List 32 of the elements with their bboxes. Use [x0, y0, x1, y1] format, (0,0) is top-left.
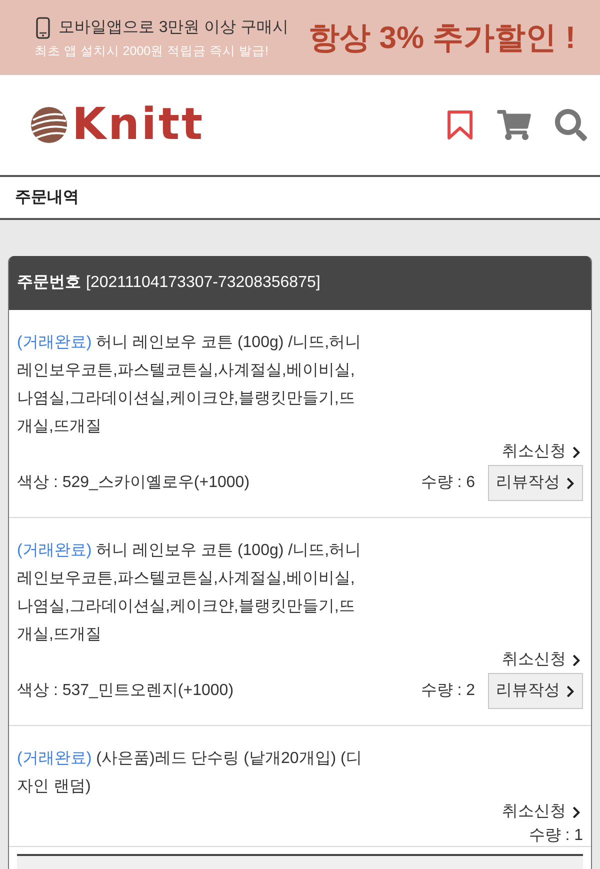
quantity-text: 수량 : 1 [528, 826, 583, 846]
option-text: 색상 : 529_스카이옐로우(+1000) [17, 473, 250, 493]
logo[interactable]: Knitt [30, 100, 205, 150]
chevron-right-icon [566, 476, 575, 490]
search-icon[interactable] [555, 109, 587, 141]
product-title: (거래완료) (사은품)레드 단수링 (낱개20개입) (디자인 랜덤) [17, 749, 363, 797]
write-review-button[interactable]: 리뷰작성 [488, 465, 583, 501]
chevron-right-icon [572, 806, 581, 818]
bookmark-icon[interactable] [447, 110, 473, 140]
option-text: 색상 : 537_민트오렌지(+1000) [17, 681, 234, 701]
phone-icon [36, 16, 50, 38]
yarn-ball-icon [30, 106, 68, 144]
logo-text: Knitt [72, 100, 205, 150]
chevron-right-icon [572, 446, 581, 458]
order-number: [20211104173307-73208356875] [86, 273, 320, 293]
cancel-request-link[interactable]: 취소신청 [502, 800, 581, 824]
banner-text: 모바일앱으로 3만원 이상 구매시 [58, 18, 289, 38]
cancel-request-link[interactable]: 취소신청 [502, 648, 581, 672]
promo-banner[interactable]: 모바일앱으로 3만원 이상 구매시 최초 앱 설치시 2000원 적립금 즉시 발급! 항상 3% 추가할인 ! [0, 0, 600, 75]
order-number-label: 주문번호 [17, 273, 81, 293]
product-title: (거래완료) 허니 레인보우 코튼 (100g) /니뜨,허니레인보우코튼,파스텔코튼실,사계절실,베이비실,나염실,그라데이션실,케이크얀,블랭킷만들기,뜨개실,뜨개질 [17, 541, 362, 645]
banner-subtext: 최초 앱 설치시 2000원 적립금 즉시 발급! [34, 42, 269, 58]
banner-headline: 항상 3% 추가할인 ! [308, 18, 576, 56]
cancel-request-link[interactable]: 취소신청 [502, 440, 581, 464]
cart-icon[interactable] [497, 110, 531, 140]
chevron-right-icon [572, 654, 581, 666]
quantity-text: 수량 : 2 [420, 681, 475, 701]
quantity-text: 수량 : 6 [420, 473, 475, 493]
chevron-right-icon [566, 684, 575, 698]
product-title: (거래완료) 허니 레인보우 코튼 (100g) /니뜨,허니레인보우코튼,파스텔코튼실,사계절실,베이비실,나염실,그라데이션실,케이크얀,블랭킷만들기,뜨개실,뜨개질 [17, 333, 362, 437]
page-title: 주문내역 [15, 188, 79, 208]
write-review-button[interactable]: 리뷰작성 [488, 673, 583, 709]
